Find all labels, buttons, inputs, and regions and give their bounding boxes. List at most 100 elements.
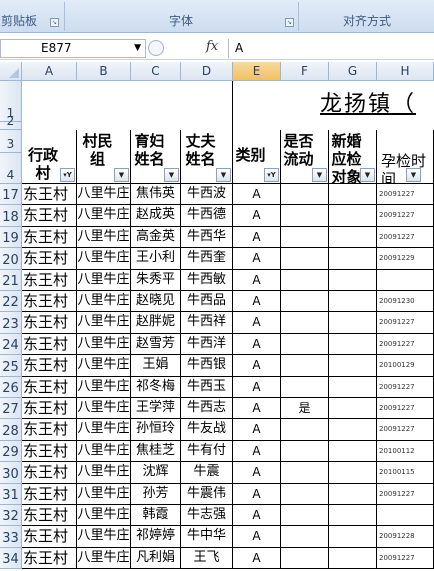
column-header-h[interactable]: H (377, 62, 434, 81)
cell-b-34[interactable]: 八里牛庄 (77, 547, 131, 570)
cell-f-24[interactable] (281, 333, 329, 356)
cell-d-24[interactable]: 牛西洋 (181, 333, 233, 356)
cell-c-32[interactable]: 韩霞 (131, 505, 181, 527)
cell-a-31[interactable]: 东王村 (22, 483, 77, 505)
font-dialog-launcher-icon[interactable]: ↘ (285, 18, 294, 27)
cell-d-29[interactable]: 牛有付 (181, 440, 233, 463)
cell-c-22[interactable]: 赵晓见 (131, 291, 181, 313)
cell-b-27[interactable]: 八里牛庄 (77, 398, 131, 420)
cell-g-27[interactable] (329, 398, 377, 420)
cell-c-19[interactable]: 高金英 (131, 226, 181, 249)
filter-funnel-icon[interactable]: ▾Y (264, 168, 279, 182)
cell-a-26[interactable]: 东王村 (22, 376, 77, 398)
cell-c-24[interactable]: 赵雪芳 (131, 333, 181, 356)
row-header-2[interactable]: 2 (0, 114, 22, 130)
cell-e-23[interactable]: A (233, 312, 281, 334)
row-header-20[interactable]: 20 (0, 248, 22, 270)
row-header-28[interactable]: 28 (0, 419, 22, 441)
cell-a-25[interactable]: 东王村 (22, 355, 77, 377)
row-header-29[interactable]: 29 (0, 440, 22, 463)
cell-f-22[interactable] (281, 291, 329, 313)
header-f[interactable]: 是否流动 ▼ (281, 130, 329, 184)
cell-d-30[interactable]: 牛震 (181, 462, 233, 484)
cell-c-20[interactable]: 王小利 (131, 248, 181, 270)
cell-f-30[interactable] (281, 462, 329, 484)
row-header-18[interactable]: 18 (0, 205, 22, 227)
column-header-c[interactable]: C (131, 62, 181, 81)
cell-d-21[interactable]: 牛西敏 (181, 269, 233, 291)
worksheet-grid[interactable]: A B C D E F G H 1 2 3 4 龙扬镇（ 行政村 ▾Y 村民组 ▼ 育妇姓名 ▼ 丈夫姓名 ▼ 类别 ▾Y 是… (0, 62, 434, 571)
cell-d-26[interactable]: 牛西玉 (181, 376, 233, 398)
cell-c-31[interactable]: 孙芳 (131, 483, 181, 505)
cell-g-18[interactable] (329, 205, 377, 227)
cell-a-19[interactable]: 东王村 (22, 226, 77, 249)
cell-a-27[interactable]: 东王村 (22, 398, 77, 420)
header-d[interactable]: 丈夫姓名 ▼ (181, 130, 233, 184)
row-header-30[interactable]: 30 (0, 462, 22, 484)
cell-b-24[interactable]: 八里牛庄 (77, 333, 131, 356)
filter-dropdown-icon[interactable]: ▼ (216, 168, 231, 182)
cell-a-17[interactable]: 东王村 (22, 184, 77, 206)
column-header-e[interactable]: E (233, 62, 281, 81)
cell-g-29[interactable] (329, 440, 377, 463)
cell-h-28[interactable]: 20091227 (377, 419, 434, 441)
row-header-23[interactable]: 23 (0, 312, 22, 334)
cell-d-31[interactable]: 牛震伟 (181, 483, 233, 505)
cell-f-33[interactable] (281, 526, 329, 548)
name-box[interactable]: E877 ▼ (0, 39, 146, 58)
clipboard-dialog-launcher-icon[interactable]: ↘ (50, 18, 59, 27)
column-header-f[interactable]: F (281, 62, 329, 81)
cell-b-23[interactable]: 八里牛庄 (77, 312, 131, 334)
cell-h-23[interactable]: 20091227 (377, 312, 434, 334)
cell-e-33[interactable]: A (233, 526, 281, 548)
cell-b-17[interactable]: 八里牛庄 (77, 184, 131, 206)
cell-g-33[interactable] (329, 526, 377, 548)
cell-d-22[interactable]: 牛西品 (181, 291, 233, 313)
column-header-a[interactable]: A (22, 62, 77, 81)
cell-h-31[interactable]: 20091227 (377, 483, 434, 505)
cell-e-31[interactable]: A (233, 483, 281, 505)
cell-e-28[interactable]: A (233, 419, 281, 441)
cell-d-34[interactable]: 王飞 (181, 547, 233, 570)
cell-c-25[interactable]: 王娟 (131, 355, 181, 377)
cell-h-18[interactable]: 20091227 (377, 205, 434, 227)
cell-g-17[interactable] (329, 184, 377, 206)
cell-b-28[interactable]: 八里牛庄 (77, 419, 131, 441)
insert-function-icon[interactable]: fx (206, 39, 218, 54)
cell-a-33[interactable]: 东王村 (22, 526, 77, 548)
cell-f-21[interactable] (281, 269, 329, 291)
cell-c-17[interactable]: 焦伟英 (131, 184, 181, 206)
row-header-34[interactable]: 34 (0, 547, 22, 570)
row-header-31[interactable]: 31 (0, 483, 22, 505)
filter-dropdown-icon[interactable]: ▼ (360, 168, 375, 182)
cell-e-29[interactable]: A (233, 440, 281, 463)
cell-d-17[interactable]: 牛西波 (181, 184, 233, 206)
cell-g-26[interactable] (329, 376, 377, 398)
cell-a-32[interactable]: 东王村 (22, 505, 77, 527)
cell-a-21[interactable]: 东王村 (22, 269, 77, 291)
row-header-19[interactable]: 19 (0, 226, 22, 249)
cell-c-26[interactable]: 祁冬梅 (131, 376, 181, 398)
cell-c-23[interactable]: 赵胖妮 (131, 312, 181, 334)
cell-e-17[interactable]: A (233, 184, 281, 206)
cell-f-23[interactable] (281, 312, 329, 334)
cell-f-26[interactable] (281, 376, 329, 398)
cell-h-22[interactable]: 20091230 (377, 291, 434, 313)
cell-d-33[interactable]: 牛中华 (181, 526, 233, 548)
cell-a-23[interactable]: 东王村 (22, 312, 77, 334)
cell-b-31[interactable]: 八里牛庄 (77, 483, 131, 505)
cell-f-32[interactable] (281, 505, 329, 527)
cell-h-32[interactable] (377, 505, 434, 527)
column-header-d[interactable]: D (181, 62, 233, 81)
cell-e-27[interactable]: A (233, 398, 281, 420)
cell-d-25[interactable]: 牛西银 (181, 355, 233, 377)
cell-h-25[interactable]: 20100129 (377, 355, 434, 377)
cell-e-24[interactable]: A (233, 333, 281, 356)
cell-g-25[interactable] (329, 355, 377, 377)
cell-g-24[interactable] (329, 333, 377, 356)
cell-b-20[interactable]: 八里牛庄 (77, 248, 131, 270)
cell-b-19[interactable]: 八里牛庄 (77, 226, 131, 249)
cell-g-19[interactable] (329, 226, 377, 249)
cell-b-21[interactable]: 八里牛庄 (77, 269, 131, 291)
cell-c-28[interactable]: 孙恒玲 (131, 419, 181, 441)
